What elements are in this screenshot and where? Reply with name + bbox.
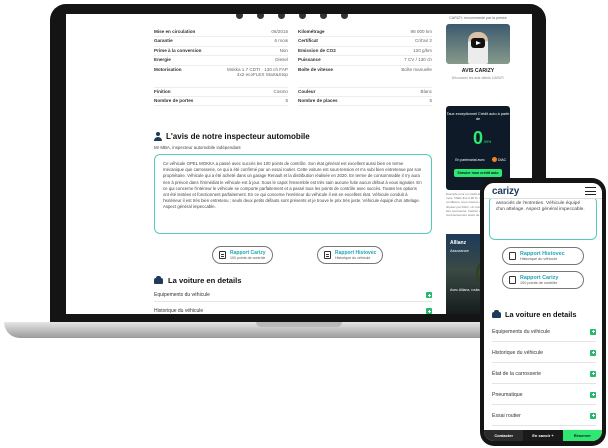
press-caption: CARIZY, recommandé par la presse	[449, 16, 507, 20]
spec-label: Mise en circulation	[154, 29, 196, 34]
spec-row: Finition Cosmo	[154, 88, 288, 97]
specs-right-column: Kilométrage 98 000 km Certificat Crit'air 2…	[298, 28, 432, 107]
expand-plus-icon[interactable]	[590, 412, 596, 419]
spec-row: Energie Diesel	[154, 56, 288, 66]
inspector-subtitle: Mr MBA, inspecteur automobile indépendan…	[154, 145, 241, 150]
spec-value: Mokka 1.7 CDTI · 130 ch FAP 4x2 ecoFLEX …	[226, 66, 288, 77]
contact-button[interactable]: Contacter	[484, 430, 524, 441]
document-icon	[324, 251, 331, 259]
phone-car-details-title: La voiture en details	[492, 309, 576, 319]
spec-value: 120 g/km	[413, 47, 432, 53]
spec-row: Boîte de vitesse Boîte manuelle	[298, 66, 432, 88]
detail-row-historique[interactable]: Historique du véhicule	[154, 305, 432, 314]
spec-value: Crit'air 2	[415, 38, 432, 44]
spec-row: Mise en circulation 06/2015	[154, 28, 288, 38]
diac-logo: DIAC	[492, 157, 506, 162]
spec-label: Nombre de portes	[154, 97, 194, 103]
phone-row-equipements[interactable]: Equipements du véhicule	[492, 322, 596, 342]
phone-row-carrosserie[interactable]: État de la carrosserie	[492, 364, 596, 384]
spec-value: 06/2015	[271, 29, 288, 34]
spec-label: Boîte de vitesse	[298, 66, 333, 72]
video-person	[468, 32, 488, 64]
expand-plus-icon[interactable]	[590, 391, 596, 398]
specs-left-column: Mise en circulation 06/2015 Garantie 6 mois…	[154, 28, 288, 107]
expand-plus-icon[interactable]	[590, 370, 596, 377]
spec-label: Certificat	[298, 38, 318, 44]
phone-row-essai-routier[interactable]: Essai routier	[492, 406, 596, 426]
phone-screen: associés de l'entretien. Véhicule équipé…	[484, 183, 602, 441]
spec-row: Nombre de portes 5	[154, 97, 288, 107]
document-icon	[509, 276, 516, 284]
gallery-dots[interactable]	[236, 14, 348, 19]
spec-value: Boîte manuelle	[401, 66, 432, 72]
document-icon	[219, 251, 226, 259]
spec-value: 5	[285, 97, 288, 103]
spec-value: 6 mois	[274, 38, 288, 44]
carizy-logo[interactable]: carizy	[492, 186, 519, 197]
phone-inspector-review: associés de l'entretien. Véhicule équipé…	[489, 196, 597, 240]
spec-label: Couleur	[298, 88, 316, 94]
spec-label: Emission de CO2	[298, 47, 336, 53]
car-icon	[492, 309, 501, 318]
detail-row-equipements[interactable]: Equipements du véhicule	[154, 289, 432, 302]
spec-value: 98 000 km	[410, 29, 432, 34]
spec-label: Prime à la conversion	[154, 47, 202, 53]
expand-plus-icon[interactable]	[426, 308, 432, 314]
spec-label: Energie	[154, 57, 171, 63]
spec-row: Puissance 7 CV / 130 ch	[298, 56, 432, 66]
spec-row: Kilométrage 98 000 km	[298, 28, 432, 38]
expand-plus-icon[interactable]	[426, 292, 432, 298]
spec-label: Nombre de places	[298, 97, 338, 103]
phone-row-historique[interactable]: Historique du véhicule	[492, 343, 596, 363]
phone-header: carizy	[484, 183, 602, 199]
inspector-person-icon	[154, 132, 162, 141]
inspector-section-title: L'avis de notre inspecteur automobile	[154, 132, 310, 141]
spec-label: Kilométrage	[298, 29, 325, 34]
spec-label: Motorisation	[154, 66, 182, 72]
car-details-title: La voiture en details	[154, 275, 241, 285]
phone-rapport-histovec-button[interactable]: Rapport Histovec Historique du véhicule	[502, 247, 584, 265]
spec-label: Puissance	[298, 57, 321, 63]
spec-row: Certificat Crit'air 2	[298, 37, 432, 47]
phone-row-pneumatique[interactable]: Pneumatique	[492, 385, 596, 405]
avis-video[interactable]	[446, 24, 510, 64]
phone-rapport-carizy-button[interactable]: Rapport Carizy 100 points de contrôle	[502, 271, 584, 289]
expand-plus-icon[interactable]	[590, 349, 596, 356]
spec-value: Diesel	[275, 57, 288, 63]
spec-value: 5	[429, 97, 432, 103]
spec-value: Non	[279, 47, 288, 53]
expand-plus-icon[interactable]	[590, 328, 596, 335]
spec-row: Emission de CO2 120 g/km	[298, 47, 432, 57]
laptop-screen: Mise en circulation 06/2015 Garantie 6 mois…	[66, 14, 532, 314]
avis-title: AVIS CARIZY	[461, 68, 495, 74]
diac-logo-icon	[492, 157, 497, 162]
spec-row: Garantie 6 mois	[154, 37, 288, 47]
document-icon	[509, 252, 516, 260]
spec-label: Garantie	[154, 38, 173, 44]
spec-label: Finition	[154, 88, 171, 94]
spec-value: Cosmo	[273, 88, 288, 94]
spec-value: 7 CV / 130 ch	[404, 57, 432, 63]
play-icon[interactable]	[471, 38, 485, 48]
inspector-review: Ce véhicule OPEL MOKKA a passé avec succ…	[154, 154, 432, 234]
avis-subtitle: Découvrez les avis clients CARIZY	[451, 76, 505, 80]
spec-row: Motorisation Mokka 1.7 CDTI · 130 ch FAP …	[154, 66, 288, 88]
spec-row: Prime à la conversion Non	[154, 47, 288, 57]
laptop-notch	[256, 322, 342, 327]
listing-main-column: Mise en circulation 06/2015 Garantie 6 mois…	[154, 14, 432, 314]
allianz-logo: Allianz	[450, 240, 467, 246]
rapport-carizy-button[interactable]: Rapport Carizy 100 points de contrôle	[212, 246, 273, 264]
car-icon	[154, 275, 163, 284]
reserve-button[interactable]: Réserver	[562, 430, 602, 441]
more-info-button[interactable]: En savoir +	[523, 430, 563, 441]
phone-bottom-bar: Contacter En savoir + Réserver	[484, 430, 602, 441]
simulate-credit-button[interactable]: Simuler mon crédit auto	[454, 169, 502, 177]
spec-value: Blanc	[420, 88, 433, 94]
menu-icon[interactable]	[585, 187, 596, 195]
spec-row: Nombre de places 5	[298, 97, 432, 107]
spec-row: Couleur Blanc	[298, 88, 432, 97]
rapport-histovec-button[interactable]: Rapport Histovec Historique du véhicule	[317, 246, 384, 264]
credit-rate: 0	[472, 128, 483, 148]
